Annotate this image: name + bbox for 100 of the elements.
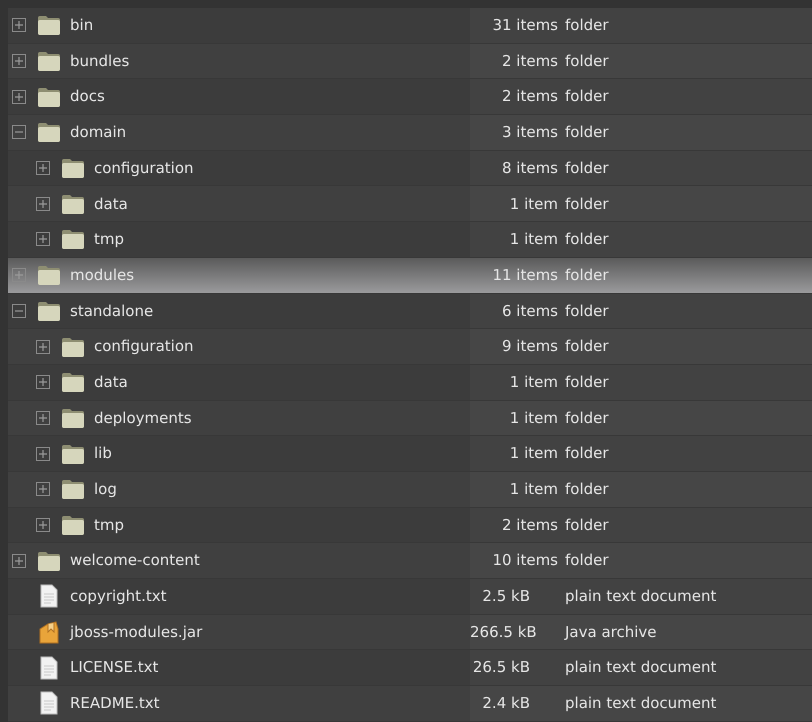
file-name: docs [70,86,105,108]
expander-icon[interactable] [36,375,50,390]
file-size: 2 items [500,50,558,72]
file-name: configuration [94,336,194,358]
file-row[interactable]: jboss-modules.jar 266.5 kB Java archive [8,614,812,650]
file-name: welcome-content [70,550,200,572]
expander-icon[interactable] [36,196,50,211]
expander-icon[interactable] [12,125,26,140]
folder-icon [36,49,62,74]
expander-icon[interactable] [36,161,50,176]
file-size: 10 items [491,550,558,572]
file-size: 2.4 kB [481,693,531,714]
file-row[interactable]: deployments 1 item folder [8,400,812,436]
file-row[interactable]: tmp 2 items folder [8,508,812,544]
folder-icon [36,13,62,38]
file-name: bundles [70,50,130,72]
file-type: folder [565,479,609,500]
file-row[interactable]: configuration 8 items folder [8,150,812,186]
folder-icon [60,477,86,502]
file-size: 2 items [500,86,558,108]
file-type: Java archive [565,622,657,643]
file-type: folder [565,122,609,144]
folder-icon [36,120,62,144]
file-name: jboss-modules.jar [70,622,202,643]
file-name: data [94,194,128,215]
file-type: folder [565,158,609,179]
file-type: folder [565,86,609,108]
file-name: README.txt [70,693,160,714]
expander-icon[interactable] [36,518,50,532]
file-type: folder [565,229,609,250]
file-size: 2.5 kB [481,586,531,608]
file-size: 1 item [508,479,558,500]
file-name: lib [94,443,112,464]
file-size: 6 items [500,300,558,322]
file-row[interactable]: welcome-content 10 items folder [8,543,812,579]
file-type: folder [565,336,609,358]
file-name: LICENSE.txt [70,657,158,678]
expander-icon[interactable] [12,54,26,68]
file-size: 9 items [500,336,558,358]
file-type: folder [565,300,609,322]
file-row[interactable]: standalone 6 items folder [8,294,812,330]
file-row[interactable]: data 1 item folder [8,364,812,401]
file-type: folder [565,408,609,429]
file-type: folder [565,15,609,36]
file-type: plain text document [565,586,716,608]
file-row[interactable]: domain 3 items folder [8,115,812,151]
file-size: 3 items [500,122,558,144]
file-size: 1 item [508,443,558,464]
file-name: domain [70,122,126,144]
file-size: 1 item [508,372,558,393]
file-size: 1 item [508,194,558,215]
file-name: copyright.txt [70,586,166,608]
expander-icon[interactable] [12,554,26,568]
file-name: deployments [94,408,192,429]
expander-icon[interactable] [12,18,26,32]
expander-icon[interactable] [36,446,50,461]
file-size: 1 item [508,229,558,250]
file-name: log [94,479,117,500]
file-row[interactable]: tmp 1 item folder [8,222,812,258]
expander-icon[interactable] [36,482,50,496]
file-type: folder [565,194,609,215]
file-row[interactable]: bundles 2 items folder [8,44,812,80]
file-size: 266.5 kB [470,622,538,643]
file-size: 2 items [500,514,558,536]
file-size: 1 item [508,408,558,429]
expander-icon[interactable] [12,304,26,318]
file-name: tmp [94,229,124,250]
file-row[interactable]: configuration 9 items folder [8,329,812,365]
file-type: plain text document [565,693,716,714]
expander-icon[interactable] [36,410,50,425]
file-row[interactable]: data 1 item folder [8,186,812,222]
file-size: 8 items [500,158,558,179]
file-size: 31 items [491,15,558,36]
file-type: folder [565,50,609,72]
file-row[interactable]: README.txt 2.4 kB plain text document [8,686,812,722]
expander-icon[interactable] [12,90,26,104]
file-type: folder [565,372,609,393]
file-type: folder [565,264,609,286]
file-row[interactable]: lib 1 item folder [8,436,812,472]
file-type: folder [565,514,609,536]
file-row[interactable]: copyright.txt 2.5 kB plain text document [8,579,812,615]
file-row[interactable]: log 1 item folder [8,472,812,508]
folder-icon [60,370,86,394]
file-row[interactable]: LICENSE.txt 26.5 kB plain text document [8,650,812,686]
file-type: folder [565,550,609,572]
file-name: modules [70,264,134,286]
file-name: standalone [70,300,154,322]
folder-icon [36,263,62,288]
file-name: data [94,372,128,393]
folder-icon [60,156,86,180]
file-size: 26.5 kB [472,657,531,678]
file-row[interactable]: docs 2 items folder [8,79,812,116]
file-type: plain text document [565,657,716,678]
folder-icon [60,227,86,252]
file-type: folder [565,443,609,464]
file-name: bin [70,15,94,36]
expander-icon[interactable] [36,340,50,354]
file-size: 11 items [491,264,558,286]
expander-icon[interactable] [36,232,50,246]
file-row[interactable]: bin 31 items folder [8,8,812,44]
